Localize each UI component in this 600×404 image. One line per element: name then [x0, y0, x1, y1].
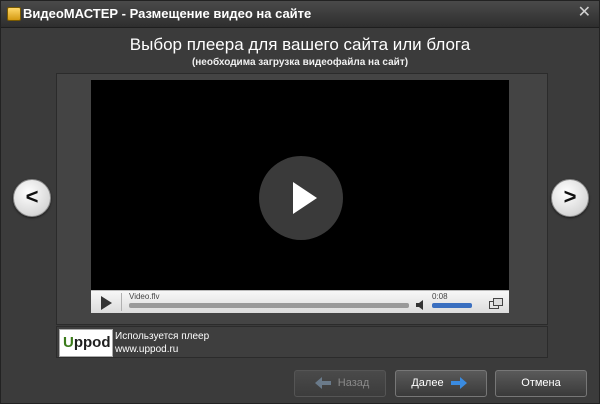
back-label: Назад [337, 377, 370, 389]
window-title: ВидеоМАСТЕР - Размещение видео на сайте [23, 6, 312, 21]
progress-bar[interactable] [129, 303, 409, 308]
player-used-label: Используется плеер [115, 331, 210, 342]
next-label: Далее [411, 377, 444, 389]
previous-player-button[interactable]: < [13, 179, 51, 217]
volume-slider[interactable] [432, 303, 472, 308]
next-player-button[interactable]: > [551, 179, 589, 217]
arrow-left-icon [314, 377, 331, 390]
uppod-logo: Uppod [59, 329, 113, 357]
control-divider [121, 293, 122, 311]
fullscreen-icon[interactable] [489, 298, 503, 309]
control-play-icon[interactable] [101, 296, 112, 310]
page-subtitle: (необходима загрузка видеофайла на сайт) [191, 57, 409, 68]
app-icon [7, 7, 21, 21]
play-icon [293, 182, 317, 214]
video-player-preview: Video.flv 0:08 [91, 80, 509, 313]
logo-rest: ppod [73, 334, 111, 351]
player-info-bar: Uppod Используется плеер www.uppod.ru [56, 326, 548, 358]
next-button[interactable]: Далее [395, 370, 487, 397]
player-controls: Video.flv 0:08 [91, 290, 509, 313]
logo-text: Uppod [63, 334, 111, 351]
video-filename: Video.flv [129, 292, 160, 301]
volume-icon[interactable] [416, 300, 426, 310]
back-button[interactable]: Назад [294, 370, 386, 397]
arrow-right-icon [450, 377, 467, 390]
player-url: www.uppod.ru [115, 344, 179, 355]
video-time: 0:08 [432, 292, 448, 301]
page-title: Выбор плеера для вашего сайта или блога [129, 35, 471, 54]
app-window: ВидеоМАСТЕР - Размещение видео на сайте … [0, 0, 600, 404]
title-bar: ВидеоМАСТЕР - Размещение видео на сайте … [1, 1, 599, 28]
close-icon[interactable]: ✕ [578, 4, 591, 22]
big-play-button[interactable] [259, 156, 343, 240]
cancel-button[interactable]: Отмена [495, 370, 587, 397]
logo-first-letter: U [63, 334, 74, 351]
